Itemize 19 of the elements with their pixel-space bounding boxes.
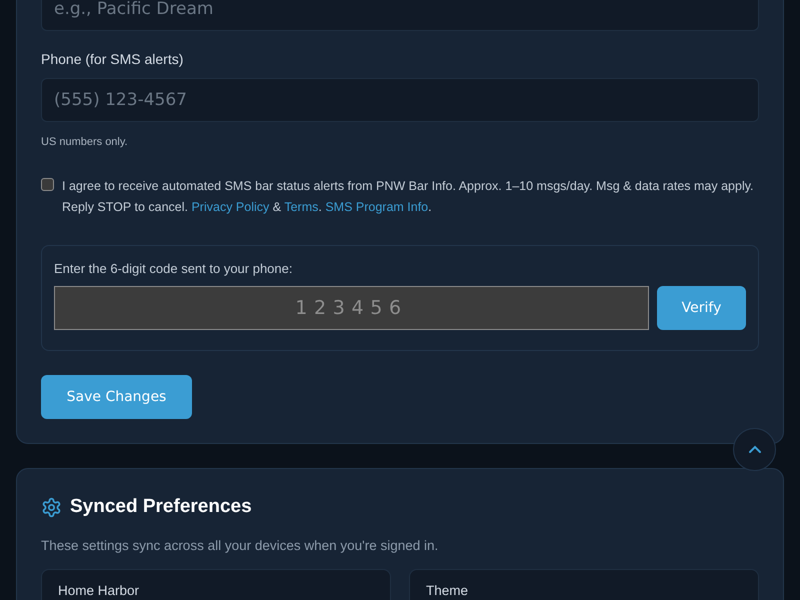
consent-text: I agree to receive automated SMS bar status alerts from PNW Bar Info. Approx. 1–10 msgs/day. Msg & data rates may apply. Reply STOP to cancel. Privacy Policy & Terms. SMS Program Info. xyxy=(62,178,755,216)
phone-label: Phone (for SMS alerts) xyxy=(41,50,184,69)
link[interactable]: Terms xyxy=(284,200,318,214)
name-field[interactable]: e.g., Pacific Dream xyxy=(41,0,759,31)
settings-icon xyxy=(41,496,62,518)
preference-label: Theme xyxy=(426,582,468,600)
chevron-up-icon xyxy=(748,445,762,454)
code-field[interactable]: 123456 xyxy=(54,286,649,330)
section-description: These settings sync across all your devices when you're signed in. xyxy=(41,536,438,555)
phone-field[interactable]: (555) 123-4567 xyxy=(41,78,759,122)
verification-label: Enter the 6-digit code sent to your phone: xyxy=(54,260,292,278)
link[interactable]: Privacy Policy xyxy=(191,200,270,214)
save-button[interactable]: Save Changes xyxy=(41,375,192,419)
phone-hint: US numbers only. xyxy=(41,135,128,150)
consent-checkbox[interactable] xyxy=(41,178,54,190)
verify-button[interactable]: Verify xyxy=(657,286,746,330)
preference-label: Home Harbor xyxy=(58,582,140,600)
link[interactable]: SMS Program Info xyxy=(325,200,428,214)
section-title: Synced Preferences xyxy=(70,495,252,519)
